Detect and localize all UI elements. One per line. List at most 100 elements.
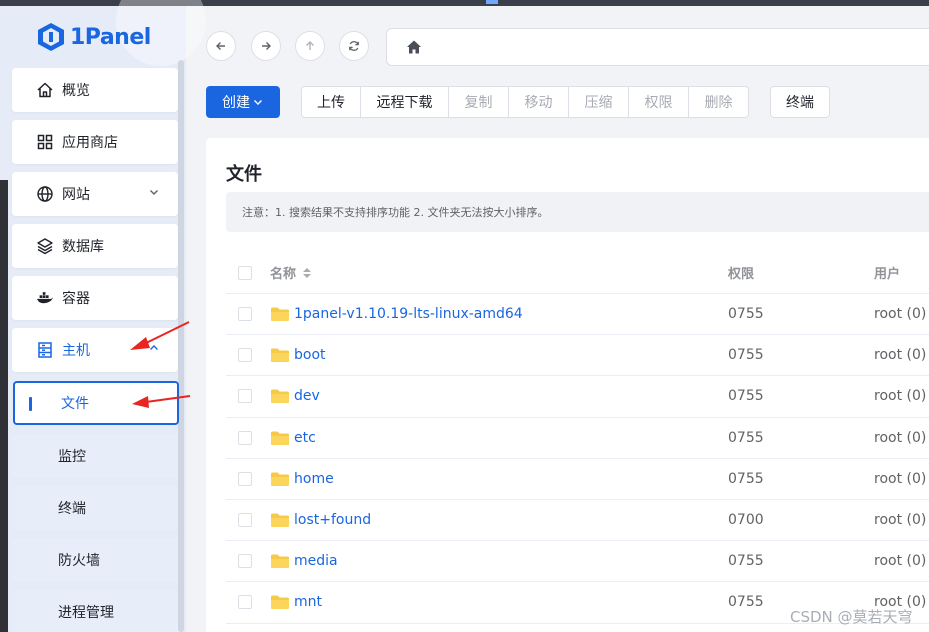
row-checkbox[interactable] [238, 307, 252, 322]
sort-icon[interactable] [302, 267, 312, 279]
file-user-cell: root (0) [874, 347, 927, 364]
copy-label: 复制 [464, 95, 493, 111]
sidebar-item-label: 应用商店 [62, 135, 118, 151]
file-name-link[interactable]: lost+found [294, 512, 371, 528]
file-user-cell: root (0) [874, 512, 927, 529]
sidebar-item-label: 概览 [62, 83, 90, 99]
folder-icon [271, 554, 289, 569]
chevron-up-icon [148, 342, 160, 358]
file-perm-cell: 0755 [728, 470, 764, 487]
sidebar-item-website[interactable]: 网站 [12, 172, 178, 216]
table-row[interactable]: etc 0755 root (0) [226, 418, 929, 459]
sidebar-subitem-monitor[interactable]: 监控 [12, 434, 178, 478]
select-all-checkbox[interactable] [238, 265, 252, 280]
file-name-link[interactable]: etc [294, 430, 316, 446]
home-icon[interactable] [405, 38, 423, 56]
table-row[interactable]: home 0755 root (0) [226, 459, 929, 500]
forward-button[interactable] [251, 31, 281, 61]
copy-button[interactable]: 复制 [448, 86, 509, 118]
column-name-header[interactable]: 名称 [270, 263, 312, 282]
file-name-link[interactable]: media [294, 553, 338, 569]
compress-button[interactable]: 压缩 [568, 86, 629, 118]
file-perm-cell: 0755 [728, 553, 764, 570]
table-row[interactable]: dev 0755 root (0) [226, 376, 929, 418]
table-row[interactable]: boot 0755 root (0) [226, 335, 929, 377]
file-name-cell[interactable]: lost+found [270, 512, 371, 528]
folder-icon [271, 389, 289, 404]
sidebar-item-database[interactable]: 数据库 [12, 224, 178, 268]
file-perm-cell: 0755 [728, 594, 764, 611]
sidebar-item-appstore[interactable]: 应用商店 [12, 120, 178, 164]
row-checkbox[interactable] [238, 554, 252, 569]
sidebar-scrollbar[interactable] [178, 60, 184, 632]
globe-icon [36, 185, 54, 203]
move-button[interactable]: 移动 [508, 86, 569, 118]
file-name-link[interactable]: mnt [294, 594, 322, 610]
sidebar-subitem-label: 监控 [58, 449, 86, 465]
remote-download-button[interactable]: 远程下载 [360, 86, 449, 118]
file-name-cell[interactable]: boot [270, 347, 326, 363]
folder-icon [271, 513, 289, 528]
remote-download-label: 远程下载 [376, 95, 433, 111]
file-name-link[interactable]: dev [294, 388, 320, 404]
file-name-cell[interactable]: etc [270, 430, 316, 446]
terminal-button[interactable]: 终端 [770, 86, 830, 118]
row-checkbox[interactable] [238, 430, 252, 445]
delete-button[interactable]: 删除 [688, 86, 749, 118]
file-name-link[interactable]: home [294, 471, 334, 487]
logo-icon [38, 23, 64, 51]
file-name-cell[interactable]: dev [270, 388, 320, 404]
file-name-cell[interactable]: media [270, 553, 338, 569]
file-name-cell[interactable]: mnt [270, 594, 322, 610]
sidebar-subitem-label: 进程管理 [58, 605, 114, 621]
terminal-label: 终端 [786, 95, 814, 111]
path-bar[interactable] [386, 28, 929, 66]
file-perm-cell: 0755 [728, 306, 764, 323]
move-label: 移动 [524, 95, 553, 111]
column-perm-header: 权限 [728, 267, 755, 282]
file-name-link[interactable]: 1panel-v1.10.19-lts-linux-amd64 [294, 306, 523, 322]
sidebar-subitem-process[interactable]: 进程管理 [12, 590, 178, 632]
folder-icon [271, 348, 289, 363]
folder-icon [271, 595, 289, 610]
sidebar-item-host[interactable]: 主机 [12, 328, 178, 372]
file-name-cell[interactable]: home [270, 471, 334, 487]
refresh-icon [349, 41, 359, 51]
permission-label: 权限 [644, 95, 673, 111]
home-icon [36, 81, 54, 99]
sidebar-subitem-terminal[interactable]: 终端 [12, 486, 178, 530]
row-checkbox[interactable] [238, 348, 252, 363]
folder-icon [271, 472, 289, 486]
table-row[interactable]: 1panel-v1.10.19-lts-linux-amd64 0755 root … [226, 294, 929, 336]
layers-icon [36, 237, 54, 255]
chevron-down-icon [148, 186, 160, 202]
sidebar-item-container[interactable]: 容器 [12, 276, 178, 320]
up-button[interactable] [295, 31, 325, 61]
row-checkbox[interactable] [238, 595, 252, 610]
sidebar-subitem-label: 文件 [61, 396, 89, 412]
file-user-cell: root (0) [874, 470, 927, 487]
file-perm-cell: 0755 [728, 429, 764, 446]
sidebar-subitem-firewall[interactable]: 防火墙 [12, 538, 178, 582]
create-button[interactable]: 创建 [206, 86, 280, 118]
file-name-cell[interactable]: 1panel-v1.10.19-lts-linux-amd64 [270, 306, 523, 322]
file-name-link[interactable]: boot [294, 347, 326, 363]
refresh-button[interactable] [339, 31, 369, 61]
arrow-left-icon [216, 42, 225, 50]
sidebar-item-label: 网站 [62, 187, 90, 203]
file-panel: 文件 注意：1. 搜索结果不支持排序功能 2. 文件夹无法按大小排序。 名称 权… [206, 138, 929, 632]
create-button-label: 创建 [222, 95, 250, 111]
sidebar-item-label: 数据库 [62, 239, 104, 255]
chevron-down-icon [254, 100, 262, 105]
row-checkbox[interactable] [238, 471, 252, 486]
app-logo[interactable]: 1Panel [36, 22, 151, 52]
sidebar-subitem-files[interactable]: 文件 [13, 381, 179, 425]
table-row[interactable]: media 0755 root (0) [226, 541, 929, 583]
permission-button[interactable]: 权限 [628, 86, 689, 118]
row-checkbox[interactable] [238, 389, 252, 404]
table-row[interactable]: lost+found 0700 root (0) [226, 500, 929, 542]
row-checkbox[interactable] [238, 513, 252, 528]
upload-button[interactable]: 上传 [301, 86, 361, 118]
sidebar-item-overview[interactable]: 概览 [12, 68, 178, 112]
back-button[interactable] [206, 31, 236, 61]
